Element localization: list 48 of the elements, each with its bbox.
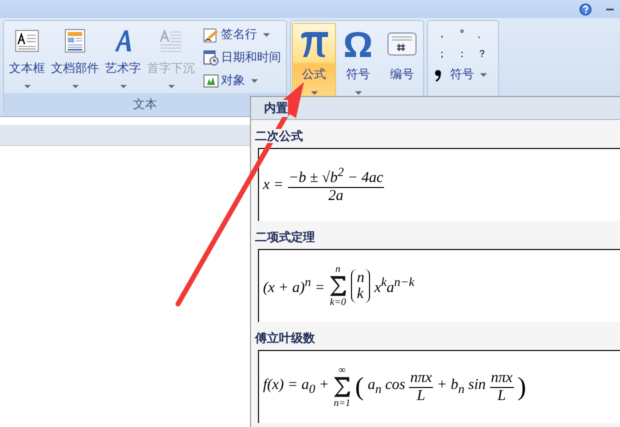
math-text: )	[518, 372, 526, 402]
sum-sign-icon	[328, 275, 347, 297]
math-text: a$_{n}$ cos	[368, 377, 406, 397]
math-text: n	[335, 264, 340, 275]
equation-title: 二项式定理	[255, 230, 315, 244]
math-text: k=0	[330, 297, 346, 308]
sum-sign-icon	[333, 376, 352, 398]
ribbon-button[interactable]: 文档部件	[49, 23, 101, 91]
math-text: f(x) = a$_{0}$ +	[263, 377, 330, 397]
comma-icon	[434, 68, 442, 82]
equation-item[interactable]: x = −b ± √b$^{2}$ − 4ac 2a	[258, 148, 620, 221]
ribbon-button[interactable]: 签名行	[201, 25, 283, 44]
symbol-button[interactable]: ：	[452, 47, 472, 61]
equation-title: 二次公式	[255, 129, 303, 143]
math-text: (x + a)$^{n}$ =	[263, 275, 325, 297]
calendar-clock-icon	[203, 50, 219, 66]
ribbon-button[interactable]: 符号	[432, 65, 494, 84]
ribbon-button[interactable]: 文本框	[5, 23, 49, 91]
menu-header: 内置	[264, 100, 288, 116]
symbol-button[interactable]: ，	[432, 27, 452, 41]
math-text: (	[355, 372, 364, 402]
math-text: k	[356, 286, 364, 302]
math-text: x =	[263, 176, 284, 194]
math-text: nπx	[409, 370, 433, 388]
symbol-button[interactable]: ？	[472, 47, 492, 61]
ribbon-button[interactable]: 编号	[380, 23, 424, 107]
math-text: + b$_{n}$ sin	[436, 377, 486, 397]
math-text: x$^{k}$a$^{n−k}$	[374, 275, 414, 297]
symbol-button[interactable]: 、	[472, 27, 492, 41]
ribbon-button[interactable]: 艺术字	[101, 23, 145, 91]
object-icon	[203, 72, 219, 88]
math-text: ∞	[338, 365, 346, 376]
symbol-button[interactable]: °	[452, 27, 472, 41]
math-text: 2a	[328, 188, 344, 205]
signature-icon	[203, 26, 219, 42]
ribbon-button[interactable]: 日期和时间	[201, 48, 283, 67]
help-icon[interactable]	[579, 2, 592, 16]
math-text: L	[497, 388, 506, 404]
minimize-icon[interactable]	[606, 8, 614, 10]
ribbon-button[interactable]: 符号	[336, 23, 380, 107]
math-text: nπx	[490, 370, 514, 388]
math-text: −b ± √b$^{2}$ − 4ac	[288, 165, 384, 188]
math-text: L	[416, 388, 426, 404]
math-text: n	[356, 270, 364, 286]
ribbon-button[interactable]: 对象	[201, 71, 283, 90]
equation-title: 傅立叶级数	[255, 331, 315, 345]
math-text: n=1	[334, 398, 350, 409]
symbol-button[interactable]: ；	[432, 47, 452, 61]
